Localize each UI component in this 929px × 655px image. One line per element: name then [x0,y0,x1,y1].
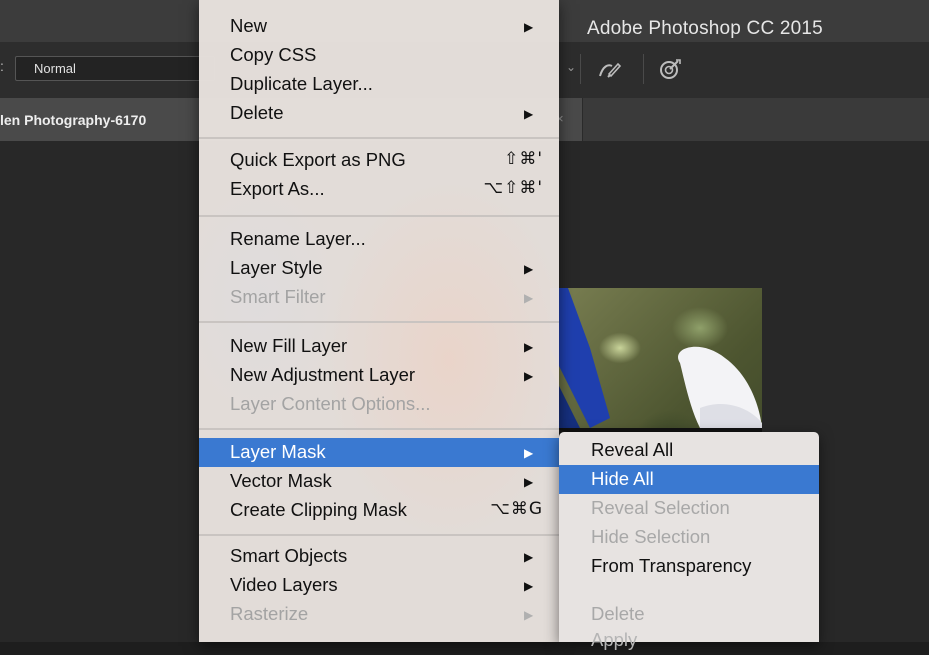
menu-item-label: Duplicate Layer... [230,73,373,94]
submenu-arrow-icon: ▶ [524,608,534,622]
menu-item-new-fill-layer[interactable]: New Fill Layer ▶ [199,332,559,361]
submenu-item-hide-all[interactable]: Hide All [559,465,819,494]
submenu-item-label: Apply [591,629,638,650]
submenu-arrow-icon: ▶ [524,107,534,121]
layer-mask-submenu: Reveal All Hide All Reveal Selection Hid… [559,432,819,650]
menu-item-label: Layer Style [230,257,323,278]
options-divider [580,54,581,84]
menu-separator [199,137,559,139]
menu-item-rename-layer[interactable]: Rename Layer... [199,225,559,254]
menu-item-rasterize: Rasterize ▶ [199,600,559,629]
menu-item-copy-css[interactable]: Copy CSS [199,41,559,70]
menu-item-label: Vector Mask [230,470,332,491]
menu-item-label: Layer Mask [230,441,326,462]
menu-item-layer-mask[interactable]: Layer Mask ▶ [199,438,559,467]
submenu-item-label: Hide All [591,468,654,489]
submenu-item-delete: Delete [559,600,819,629]
options-divider [643,54,644,84]
submenu-arrow-icon: ▶ [524,262,534,276]
submenu-item-label: Delete [591,603,645,624]
menu-item-shortcut: ⌥⌘G [490,499,543,519]
submenu-arrow-icon: ▶ [524,475,534,489]
submenu-arrow-icon: ▶ [524,579,534,593]
menu-item-export-as[interactable]: Export As... ⌥⇧⌘' [199,175,559,204]
blend-mode-select[interactable]: Normal [15,56,215,81]
menu-item-label: Rename Layer... [230,228,366,249]
menu-item-label: Rasterize [230,603,309,624]
submenu-arrow-icon: ▶ [524,291,534,305]
mode-prefix: : [0,58,4,74]
app-title: Adobe Photoshop CC 2015 [587,18,823,39]
blend-mode-value: Normal [34,61,76,76]
menu-separator [199,215,559,217]
submenu-item-apply: Apply [559,626,819,655]
submenu-arrow-icon: ▶ [524,20,534,34]
menu-item-shortcut: ⌥⇧⌘' [483,178,543,198]
menu-item-label: Copy CSS [230,44,317,65]
menu-separator [199,428,559,430]
submenu-item-label: Reveal Selection [591,497,730,518]
pressure-brush-icon[interactable] [596,56,622,82]
menu-item-label: New Fill Layer [230,335,348,356]
submenu-item-from-transparency[interactable]: From Transparency [559,552,819,581]
menu-item-label: Layer Content Options... [230,393,431,414]
submenu-arrow-icon: ▶ [524,550,534,564]
menu-item-new-adjustment-layer[interactable]: New Adjustment Layer ▶ [199,361,559,390]
menu-item-duplicate-layer[interactable]: Duplicate Layer... [199,70,559,99]
menu-item-smart-objects[interactable]: Smart Objects ▶ [199,542,559,571]
menu-item-smart-filter: Smart Filter ▶ [199,283,559,312]
menu-item-label: Export As... [230,178,325,199]
layer-context-menu: New ▶ Copy CSS Duplicate Layer... Delete… [199,0,559,642]
submenu-item-label: Reveal All [591,439,674,460]
menu-separator [199,534,559,536]
menu-item-vector-mask[interactable]: Vector Mask ▶ [199,467,559,496]
submenu-item-reveal-all[interactable]: Reveal All [559,436,819,465]
submenu-item-label: Hide Selection [591,526,711,547]
menu-item-label: New Adjustment Layer [230,364,416,385]
submenu-item-hide-selection: Hide Selection [559,523,819,552]
submenu-arrow-icon: ▶ [524,369,534,383]
submenu-arrow-icon: ▶ [524,340,534,354]
document-tab-label: len Photography-6170 [0,112,147,128]
submenu-item-label: From Transparency [591,555,752,576]
menu-item-label: Smart Objects [230,545,348,566]
menu-item-quick-export-png[interactable]: Quick Export as PNG ⇧⌘' [199,146,559,175]
menu-item-shortcut: ⇧⌘' [504,149,543,169]
menu-item-delete[interactable]: Delete ▶ [199,99,559,128]
menu-item-label: Create Clipping Mask [230,499,407,520]
menu-separator [199,321,559,323]
chevron-down-icon[interactable]: ⌄ [566,60,576,74]
menu-item-label: Video Layers [230,574,338,595]
menu-item-label: Smart Filter [230,286,326,307]
menu-item-label: Quick Export as PNG [230,149,406,170]
menu-item-video-layers[interactable]: Video Layers ▶ [199,571,559,600]
target-icon[interactable] [657,56,683,82]
menu-item-layer-content-options: Layer Content Options... [199,390,559,419]
menu-item-create-clipping-mask[interactable]: Create Clipping Mask ⌥⌘G [199,496,559,525]
menu-item-label: New [230,15,268,36]
submenu-arrow-icon: ▶ [524,446,534,460]
menu-item-layer-style[interactable]: Layer Style ▶ [199,254,559,283]
submenu-item-reveal-selection: Reveal Selection [559,494,819,523]
menu-item-new[interactable]: New ▶ [199,12,559,41]
menu-item-label: Delete [230,102,284,123]
